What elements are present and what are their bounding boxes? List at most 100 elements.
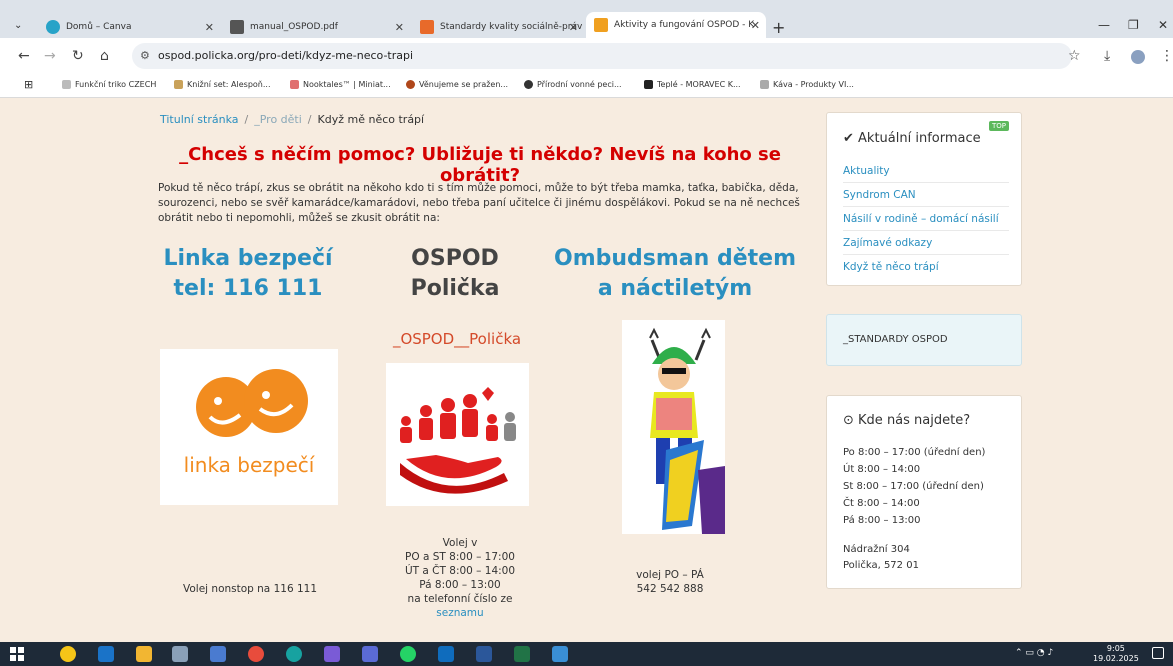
address-city: Polička, 572 01 — [843, 560, 919, 571]
excel-app-icon[interactable] — [514, 646, 530, 662]
chrome-app-icon[interactable] — [248, 646, 264, 662]
tab-canva[interactable]: Domů – Canva ✕ — [40, 16, 220, 38]
site-info-icon[interactable]: ⚙ — [140, 49, 150, 62]
web-page: Titulní stránka / _Pro děti / Když mě něco t… — [0, 98, 1173, 642]
bookmark-label: Knižní set: Alespoň... — [187, 80, 271, 89]
panel-title: ✔ Aktuální informace — [843, 131, 981, 146]
bookmark-teple[interactable]: Teplé - MORAVEC K... — [644, 80, 741, 89]
breadcrumb-section[interactable]: _Pro děti — [254, 113, 302, 126]
bookmark-knizni-set[interactable]: Knižní set: Alespoň... — [174, 80, 271, 89]
link-zajimave-odkazy[interactable]: Zajímavé odkazy — [843, 231, 1009, 255]
edge-app-icon[interactable] — [286, 646, 302, 662]
linka-bezpeci-title: Linka bezpečí tel: 116 111 — [148, 244, 348, 304]
outlook-app-icon[interactable] — [98, 646, 114, 662]
tab-standardy[interactable]: Standardy kvality sociálně-práv ✕ — [414, 16, 584, 38]
download-icon[interactable]: ⤓ — [1104, 48, 1110, 64]
tab-manual-pdf[interactable]: manual_OSPOD.pdf ✕ — [224, 16, 410, 38]
hours-line: Po 8:00 – 17:00 (úřední den) — [843, 447, 986, 458]
intro-paragraph: Pokud tě něco trápí, zkus se obrátit na … — [158, 182, 800, 224]
app-icon[interactable] — [552, 646, 568, 662]
bookmark-venujeme[interactable]: Věnujeme se pražen... — [406, 80, 508, 89]
office-hours: Po 8:00 – 17:00 (úřední den) Út 8:00 – 1… — [843, 444, 985, 529]
profile-avatar[interactable] — [1131, 50, 1145, 64]
panel-title: ⊙ Kde nás najdete? — [843, 413, 970, 428]
standardy-ospod-label[interactable]: _STANDARDY OSPOD — [843, 334, 948, 345]
link-syndrom-can[interactable]: Syndrom CAN — [843, 183, 1009, 207]
ospod-contact-line: Volej v — [442, 537, 478, 549]
link-kdyz-te-neco-trapi[interactable]: Když tě něco trápí — [843, 255, 1009, 279]
browser-tab-strip: ⌄ Domů – Canva ✕ manual_OSPOD.pdf ✕ Stan… — [0, 0, 1173, 38]
panel-title-text: Kde nás najdete? — [858, 413, 971, 428]
close-window-icon[interactable]: ✕ — [1158, 18, 1168, 32]
ospod-contact-line: ÚT a ČT 8:00 – 14:00 — [404, 565, 516, 577]
ombudsman-phone: 542 542 888 — [636, 583, 704, 595]
files-app-icon[interactable] — [136, 646, 152, 662]
system-tray-icons[interactable]: ⌃ ▭ ◔ ♪ — [1015, 648, 1053, 658]
close-tab-icon[interactable]: ✕ — [395, 21, 404, 34]
bookmark-prirodni[interactable]: Přírodní vonné peci... — [524, 80, 622, 89]
check-icon: ✔ — [843, 131, 859, 146]
tab-aktivity-ospod[interactable]: Aktivity a fungování OSPOD - K ✕ — [586, 12, 766, 38]
windows-start-icon[interactable] — [10, 647, 24, 661]
family-heart-hand-icon — [400, 387, 516, 494]
ospod-title-line1: OSPOD — [411, 246, 499, 271]
whatsapp-app-icon[interactable] — [400, 646, 416, 662]
bookmark-icon — [174, 80, 183, 89]
close-tab-icon[interactable]: ✕ — [569, 21, 578, 34]
taskbar-clock[interactable]: 9:05 19.02.2025 — [1093, 644, 1139, 664]
bookmark-kava[interactable]: Káva - Produkty VI... — [760, 80, 854, 89]
link-nasili-v-rodine[interactable]: Násilí v rodině – domácí násilí — [843, 207, 1009, 231]
panel-title-text: Aktuální informace — [858, 131, 981, 146]
office-address: Nádražní 304 Polička, 572 01 — [843, 542, 919, 574]
new-tab-icon[interactable]: + — [772, 18, 785, 37]
top-badge: TOP — [989, 121, 1010, 131]
apps-grid-icon[interactable]: ⊞ — [24, 78, 33, 91]
app-icon[interactable] — [362, 646, 378, 662]
back-icon[interactable]: ← — [18, 48, 30, 64]
standardy-ospod-panel[interactable]: _STANDARDY OSPOD — [826, 314, 1022, 366]
url-text[interactable]: ospod.policka.org/pro-deti/kdyz-me-neco-… — [158, 49, 413, 62]
hours-line: St 8:00 – 17:00 (úřední den) — [843, 481, 984, 492]
notifications-icon[interactable] — [1152, 647, 1164, 659]
outlook-app-icon[interactable] — [438, 646, 454, 662]
breadcrumb-separator: / — [307, 113, 312, 126]
word-app-icon[interactable] — [476, 646, 492, 662]
hours-line: Pá 8:00 – 13:00 — [843, 515, 921, 526]
bookmark-icon — [644, 80, 653, 89]
ospod-contact-line: na telefonní číslo ze — [407, 593, 513, 605]
breadcrumb-separator: / — [244, 113, 249, 126]
address-bar[interactable]: ⚙ ospod.policka.org/pro-deti/kdyz-me-nec… — [132, 43, 1072, 69]
canva-favicon-icon — [46, 20, 60, 34]
ospod-policka-logo[interactable] — [386, 363, 529, 506]
bookmark-label: Věnujeme se pražen... — [419, 80, 509, 89]
tab-label: manual_OSPOD.pdf — [250, 22, 338, 32]
bookmark-label: Teplé - MORAVEC K... — [657, 80, 741, 89]
tab-search-icon[interactable]: ⌄ — [14, 20, 22, 31]
address-street: Nádražní 304 — [843, 544, 910, 555]
breadcrumb: Titulní stránka / _Pro děti / Když mě něco t… — [160, 113, 424, 126]
search-app-icon[interactable] — [60, 646, 76, 662]
home-icon[interactable]: ⌂ — [100, 48, 109, 64]
link-aktuality[interactable]: Aktuality — [843, 159, 1009, 183]
ospod-contact: Volej v PO a ST 8:00 – 17:00 ÚT a ČT 8:0… — [380, 536, 540, 620]
forward-icon[interactable]: → — [44, 48, 56, 64]
bookmark-star-icon[interactable]: ☆ — [1068, 48, 1081, 64]
ombudsman-kids-logo[interactable] — [622, 320, 725, 534]
app-icon[interactable] — [324, 646, 340, 662]
reload-icon[interactable]: ↻ — [72, 48, 84, 64]
tab-label: Domů – Canva — [66, 22, 132, 32]
linka-title-line1: Linka bezpečí — [163, 246, 333, 271]
menu-icon[interactable]: ⋮ — [1160, 48, 1173, 64]
minimize-icon[interactable]: — — [1098, 18, 1110, 32]
store-app-icon[interactable] — [210, 646, 226, 662]
close-tab-icon[interactable]: ✕ — [751, 19, 760, 32]
seznam-link[interactable]: seznamu — [436, 607, 483, 619]
bookmark-funkcni-triko[interactable]: Funkční triko CZECH — [62, 80, 156, 89]
bookmark-nooktales[interactable]: Nooktales™ | Miniat... — [290, 80, 391, 89]
linka-bezpeci-logo[interactable]: linka bezpečí — [160, 349, 338, 505]
maximize-icon[interactable]: ❐ — [1128, 18, 1139, 32]
calculator-app-icon[interactable] — [172, 646, 188, 662]
close-tab-icon[interactable]: ✕ — [205, 21, 214, 34]
ombudsman-title-line2: a náctiletým — [597, 276, 753, 301]
breadcrumb-home[interactable]: Titulní stránka — [160, 113, 239, 126]
